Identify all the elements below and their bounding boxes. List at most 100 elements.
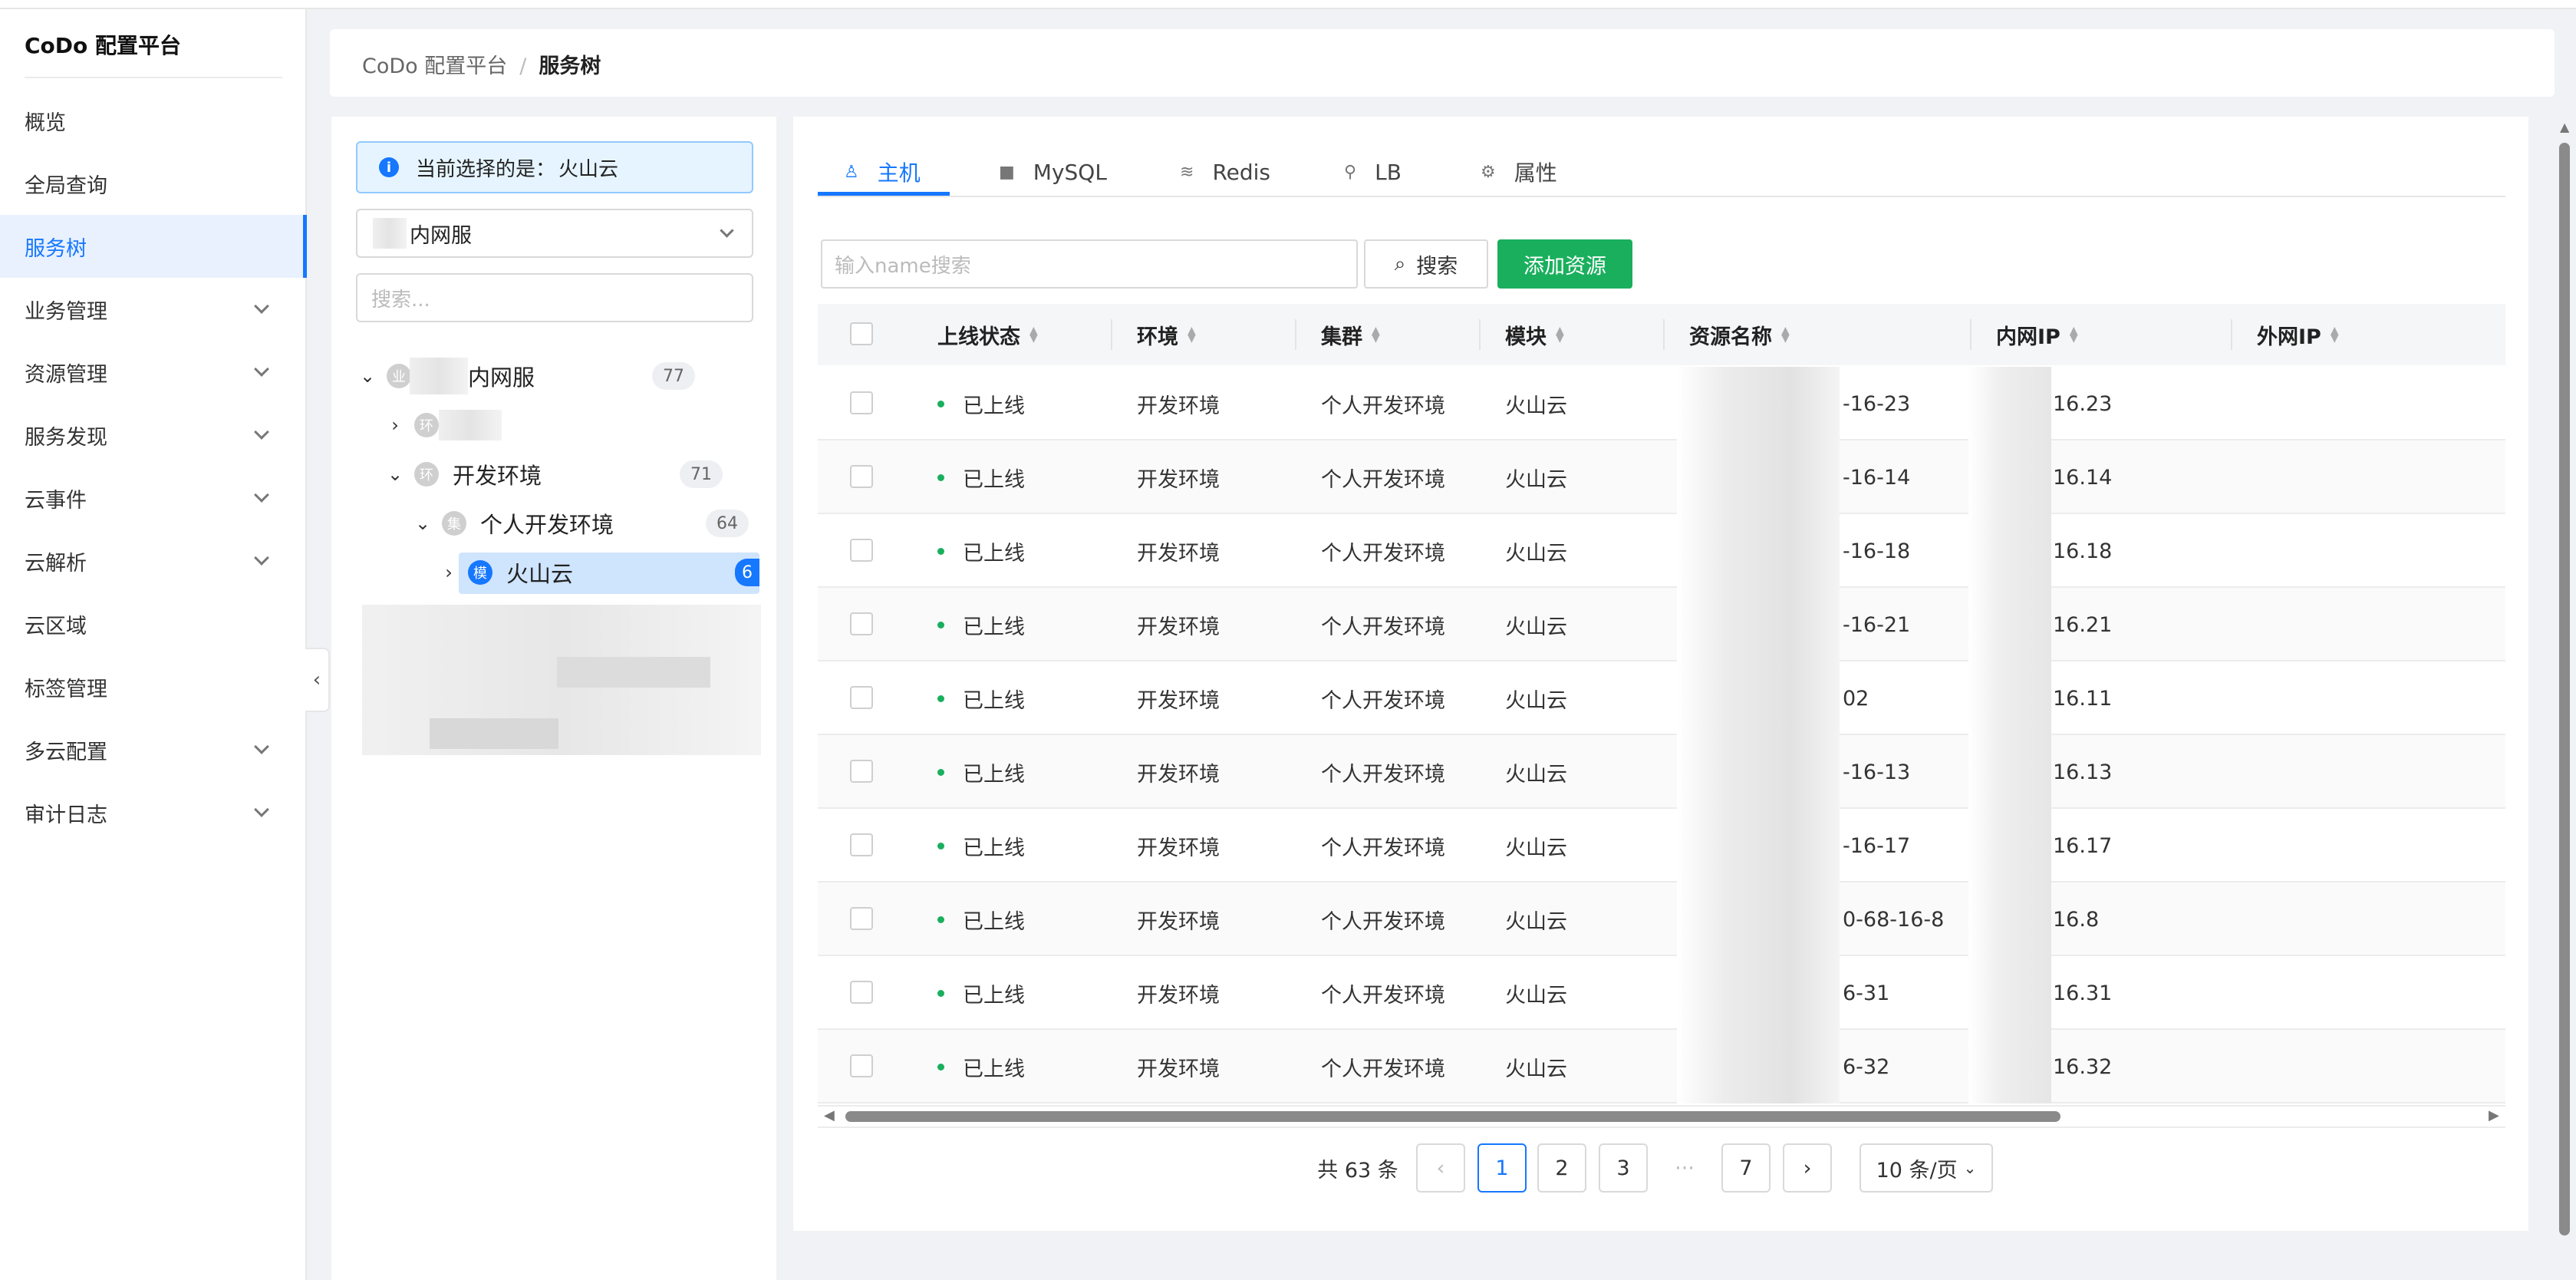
column-header[interactable]: 集群 ▲ ▼ xyxy=(1321,304,1380,365)
cell-cluster: 个人开发环境 xyxy=(1321,882,1445,956)
row-checkbox[interactable] xyxy=(850,833,873,856)
page-button[interactable]: 1 xyxy=(1477,1143,1527,1193)
page-button[interactable]: 7 xyxy=(1721,1143,1771,1193)
column-header[interactable]: 外网IP ▲ ▼ xyxy=(2257,304,2339,365)
chevron-right-icon[interactable]: › xyxy=(384,414,407,436)
sort-icon[interactable]: ▲ ▼ xyxy=(1781,325,1790,344)
prev-page-button[interactable]: ‹ xyxy=(1416,1143,1465,1193)
sort-icon[interactable]: ▲ ▼ xyxy=(1188,325,1196,344)
column-header[interactable]: 环境 ▲ ▼ xyxy=(1137,304,1196,365)
lb-icon: ⚲ xyxy=(1344,162,1357,182)
table-row[interactable]: 已上线 开发环境 个人开发环境 火山云 -16-18 16.18 xyxy=(818,514,2505,588)
scroll-left-icon[interactable]: ◀ xyxy=(824,1107,835,1123)
sidebar-item[interactable]: 云解析 xyxy=(0,529,307,592)
sidebar-item[interactable]: 多云配置 xyxy=(0,718,307,781)
row-checkbox[interactable] xyxy=(850,1054,873,1077)
chevron-down-icon[interactable]: ⌄ xyxy=(356,365,379,387)
table-row[interactable]: 已上线 开发环境 个人开发环境 火山云 02 16.11 xyxy=(818,661,2505,735)
tab-4[interactable]: ⚙ 属性 xyxy=(1481,153,1557,190)
row-checkbox[interactable] xyxy=(850,465,873,488)
row-checkbox[interactable] xyxy=(850,760,873,783)
sidebar-item[interactable]: 云区域 xyxy=(0,592,307,655)
search-button[interactable]: ⌕ 搜索 xyxy=(1364,239,1488,289)
tab-0[interactable]: ♙ 主机 xyxy=(844,153,921,190)
breadcrumb-root[interactable]: CoDo 配置平台 xyxy=(362,54,507,78)
tab-label: LB xyxy=(1375,159,1402,185)
page-size-select[interactable]: 10 条/页 ⌄ xyxy=(1860,1143,1993,1193)
sort-icon[interactable]: ▲ ▼ xyxy=(2070,325,2078,344)
sidebar-item[interactable]: 全局查询 xyxy=(0,152,307,215)
horizontal-scrollbar-thumb[interactable] xyxy=(845,1111,2060,1122)
tree-node-cluster[interactable]: ⌄ 集 个人开发环境 xyxy=(411,503,614,543)
redacted-block xyxy=(1968,440,2051,514)
sidebar-item-label: 资源管理 xyxy=(25,362,107,387)
tree-node-env-dev[interactable]: ⌄ 环 开发环境 xyxy=(384,454,542,494)
tab-2[interactable]: ≋ Redis xyxy=(1180,153,1270,190)
sort-icon[interactable]: ▲ ▼ xyxy=(2331,325,2339,344)
sidebar-collapse-button[interactable]: ‹ xyxy=(305,648,330,712)
sidebar-item[interactable]: 云事件 xyxy=(0,467,307,529)
sidebar-item[interactable]: 审计日志 xyxy=(0,781,307,844)
sort-icon[interactable]: ▲ ▼ xyxy=(1372,325,1380,344)
tab-1[interactable]: ■ MySQL xyxy=(999,153,1107,190)
business-select[interactable]: 内网服 xyxy=(356,209,753,258)
table-row[interactable]: 已上线 开发环境 个人开发环境 火山云 -16-13 16.13 xyxy=(818,735,2505,809)
vertical-scrollbar-thumb[interactable] xyxy=(2559,143,2570,1235)
table-row[interactable]: 已上线 开发环境 个人开发环境 火山云 -16-23 16.23 xyxy=(818,367,2505,440)
table-row[interactable]: 已上线 开发环境 个人开发环境 火山云 -16-21 16.21 xyxy=(818,588,2505,661)
select-all-checkbox[interactable] xyxy=(850,322,873,345)
cell-text: 开发环境 xyxy=(1137,688,1220,713)
cell-text: 已上线 xyxy=(963,983,1025,1008)
scroll-right-icon[interactable]: ▶ xyxy=(2489,1107,2499,1123)
sort-icon[interactable]: ▲ ▼ xyxy=(1029,325,1038,344)
search-icon: ⌕ xyxy=(1394,252,1406,275)
chevron-down-icon[interactable]: ⌄ xyxy=(411,513,434,534)
row-checkbox[interactable] xyxy=(850,539,873,562)
row-checkbox[interactable] xyxy=(850,907,873,930)
next-page-button[interactable]: › xyxy=(1783,1143,1832,1193)
add-resource-button[interactable]: 添加资源 xyxy=(1497,239,1632,289)
sidebar-item[interactable]: 服务树 xyxy=(0,215,307,278)
tree-node-env[interactable]: › 环 xyxy=(384,405,502,445)
table-row[interactable]: 已上线 开发环境 个人开发环境 火山云 6-31 16.31 xyxy=(818,956,2505,1030)
sidebar-item[interactable]: 概览 xyxy=(0,89,307,152)
cell-cluster: 个人开发环境 xyxy=(1321,956,1445,1030)
table-row[interactable]: 已上线 开发环境 个人开发环境 火山云 6-32 16.32 xyxy=(818,1030,2505,1104)
sidebar-item[interactable]: 服务发现 xyxy=(0,404,307,467)
column-header[interactable]: 上线状态 ▲ ▼ xyxy=(937,304,1038,365)
row-checkbox[interactable] xyxy=(850,686,873,709)
cell-text: 个人开发环境 xyxy=(1321,1057,1445,1081)
page-button[interactable]: 2 xyxy=(1537,1143,1586,1193)
table-row[interactable]: 已上线 开发环境 个人开发环境 火山云 -16-17 16.17 xyxy=(818,809,2505,882)
page-button[interactable]: 3 xyxy=(1599,1143,1648,1193)
column-header[interactable]: 资源名称 ▲ ▼ xyxy=(1689,304,1790,365)
sort-icon[interactable]: ▲ ▼ xyxy=(1556,325,1564,344)
row-checkbox[interactable] xyxy=(850,981,873,1004)
cell-text: -16-13 xyxy=(1843,760,1911,784)
cell-text: -16-14 xyxy=(1843,465,1911,490)
chevron-down-icon[interactable]: ⌄ xyxy=(384,464,407,485)
sidebar-item-label: 业务管理 xyxy=(25,299,107,324)
column-header[interactable]: 模块 ▲ ▼ xyxy=(1505,304,1564,365)
table-row[interactable]: 已上线 开发环境 个人开发环境 火山云 0-68-16-8 16.8 xyxy=(818,882,2505,956)
sidebar-item[interactable]: 资源管理 xyxy=(0,341,307,404)
row-checkbox[interactable] xyxy=(850,391,873,414)
table-row[interactable]: 已上线 开发环境 个人开发环境 火山云 -16-14 16.14 xyxy=(818,440,2505,514)
cell-text: 0-68-16-8 xyxy=(1843,907,1945,932)
tab-3[interactable]: ⚲ LB xyxy=(1344,153,1402,190)
status-dot-icon xyxy=(937,694,944,702)
name-search-input[interactable]: 输入name搜索 xyxy=(821,239,1358,289)
sidebar-item[interactable]: 标签管理 xyxy=(0,655,307,718)
column-header[interactable]: 内网IP ▲ ▼ xyxy=(1996,304,2078,365)
cell-module: 火山云 xyxy=(1505,956,1567,1030)
column-header-label: 环境 xyxy=(1137,325,1178,349)
tree-node-business[interactable]: ⌄ 业 内网服 xyxy=(356,356,535,396)
tree-node-module[interactable]: › 模 火山云 xyxy=(437,553,573,592)
sidebar-item-label: 多云配置 xyxy=(25,740,107,764)
cell-status: 已上线 xyxy=(937,661,1025,735)
scroll-up-icon[interactable]: ▲ xyxy=(2560,120,2569,134)
tree-search-input[interactable]: 搜索... xyxy=(356,273,753,322)
chevron-right-icon[interactable]: › xyxy=(437,562,460,583)
sidebar-item[interactable]: 业务管理 xyxy=(0,278,307,341)
row-checkbox[interactable] xyxy=(850,612,873,635)
